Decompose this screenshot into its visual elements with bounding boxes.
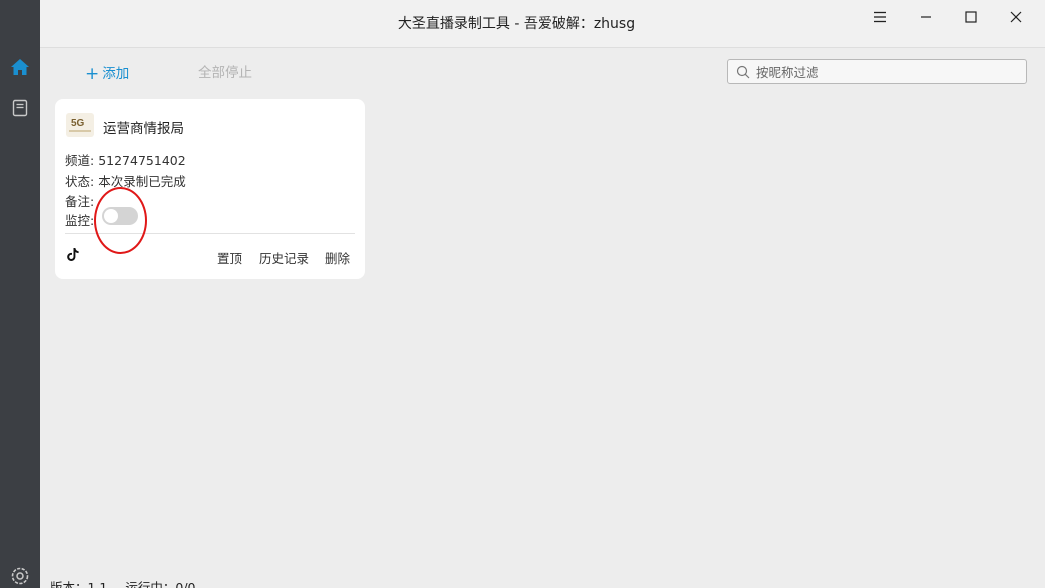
- channel-field: 频道: 51274751402: [65, 150, 186, 169]
- streamer-name: 运营商情报局: [103, 121, 184, 137]
- menu-button[interactable]: [857, 2, 903, 32]
- tiktok-icon: [67, 248, 79, 261]
- version-text: 版本：1.1: [50, 580, 108, 588]
- menu-icon: [874, 11, 886, 23]
- stop-all-button[interactable]: 全部停止: [198, 64, 252, 82]
- sidebar-item-log[interactable]: [0, 88, 40, 128]
- running-count: 运行中：0/0: [125, 580, 196, 588]
- channel-label: 频道:: [65, 153, 95, 168]
- maximize-button[interactable]: [948, 2, 994, 32]
- history-button[interactable]: 历史记录: [259, 248, 309, 267]
- monitor-label: 监控:: [65, 213, 95, 228]
- channel-value: 51274751402: [98, 153, 186, 168]
- sidebar-item-settings[interactable]: [0, 556, 40, 588]
- minimize-button[interactable]: [903, 2, 949, 32]
- gear-icon: [11, 567, 29, 585]
- sidebar-item-home[interactable]: [0, 47, 40, 87]
- sidebar: [0, 0, 40, 588]
- add-button[interactable]: + 添加: [85, 64, 129, 84]
- status-label: 状态:: [65, 174, 95, 189]
- note-label: 备注:: [65, 194, 95, 209]
- search-input[interactable]: [756, 63, 1018, 81]
- plus-icon: +: [85, 64, 100, 84]
- delete-button[interactable]: 删除: [325, 248, 350, 267]
- pin-button[interactable]: 置顶: [217, 248, 242, 267]
- search-icon: [736, 65, 750, 79]
- minimize-icon: [921, 16, 931, 18]
- status-value: 本次录制已完成: [98, 174, 186, 189]
- avatar: 5G: [66, 113, 94, 137]
- streamer-card: 5G 运营商情报局 频道: 51274751402 状态: 本次录制已完成 备注…: [55, 99, 365, 279]
- avatar-text: 5G: [71, 118, 85, 129]
- status-bar: 版本：1.1 运行中：0/0: [50, 577, 214, 588]
- note-field: 备注:: [65, 191, 94, 210]
- home-icon: [11, 59, 29, 75]
- close-button[interactable]: [993, 2, 1039, 32]
- search-box: [727, 59, 1027, 84]
- title-bar: 大圣直播录制工具 - 吾爱破解：zhusg: [40, 0, 1045, 48]
- close-icon: [1010, 11, 1022, 23]
- document-icon: [12, 99, 28, 117]
- window-title: 大圣直播录制工具 - 吾爱破解：zhusg: [397, 16, 636, 32]
- maximize-icon: [965, 11, 977, 23]
- annotation-circle: [94, 187, 147, 254]
